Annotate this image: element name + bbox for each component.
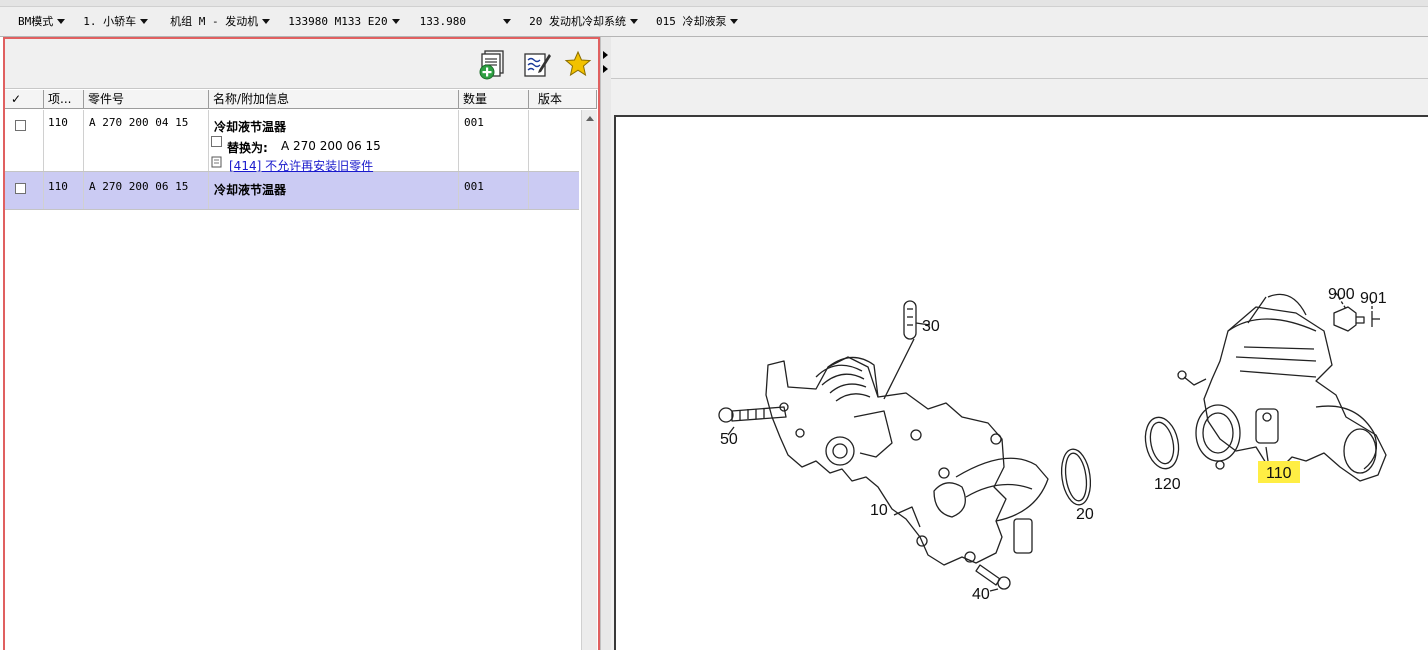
cell-name: 冷却液节温器 [209,172,459,209]
part-name: 冷却液节温器 [214,183,287,197]
note-document-icon [211,156,222,168]
table-row[interactable]: 110 A 270 200 04 15 冷却液节温器 替换为: A 270 20… [5,110,579,173]
breadcrumb-mode[interactable]: BM模式 [14,12,69,30]
column-part-number[interactable]: 零件号 [84,90,209,109]
callout-110[interactable]: 110 [1266,465,1292,482]
part-number: A 270 200 06 15 [89,180,189,193]
cell-version [529,110,579,171]
cell-check [5,110,44,171]
part-number: A 270 200 04 15 [89,116,189,129]
parts-toolbar [5,39,598,89]
breadcrumb-label: 133980 M133 E20 [288,14,388,28]
chevron-down-icon [391,19,400,24]
favorite-star-icon [564,50,592,77]
callout-901[interactable]: 901 [1360,290,1387,307]
cell-item: 110 [44,110,84,171]
table-row[interactable]: 110 A 270 200 06 15 冷却液节温器 001 [5,172,579,210]
row-checkbox[interactable] [15,120,26,131]
replacement-part-number: A 270 200 06 15 [281,139,381,153]
column-version[interactable]: 版本 [529,90,597,109]
breadcrumb-label: 1. 小轿车 [83,15,137,28]
top-strip [0,0,1428,7]
scroll-up-arrow-icon[interactable] [582,110,598,126]
breadcrumb-vehicle-class[interactable]: 1. 小轿车 [79,12,152,30]
cell-quantity: 001 [459,110,529,171]
breadcrumb-label: 机组 M - 发动机 [170,15,259,28]
panel-splitter[interactable] [600,37,611,650]
parts-list-panel: ✓ 项... 零件号 名称/附加信息 数量 版本 110 A 270 200 0… [3,37,600,650]
column-name[interactable]: 名称/附加信息 [209,90,459,109]
favorite-button[interactable] [561,47,595,81]
edit-notes-button[interactable] [520,47,554,81]
callout-900[interactable]: 900 [1328,286,1355,303]
breadcrumb-aggregate[interactable]: 机组 M - 发动机 [166,12,274,30]
cell-check [5,172,44,209]
callout-50[interactable]: 50 [720,431,738,448]
callout-120[interactable]: 120 [1154,476,1181,493]
chevron-down-icon [262,19,271,24]
diagram-drawing: 30 50 10 20 40 900 901 120 110 [718,286,1387,603]
replacement-label: 替换为: [227,141,268,155]
oring-20-drawing [1060,448,1092,506]
row-checkbox[interactable] [15,183,26,194]
column-check[interactable]: ✓ [5,90,44,109]
quantity: 001 [464,180,484,193]
diagram-toolbar-divider [611,78,1428,79]
add-to-list-icon [479,50,504,80]
chevron-down-icon [629,19,638,24]
breadcrumb-label: 015 冷却液泵 [655,15,727,28]
breadcrumb-engine-number[interactable]: 133.980 [416,12,515,30]
breadcrumb-engine-model[interactable]: 133980 M133 E20 [284,12,403,30]
callout-40[interactable]: 40 [972,586,990,603]
cell-item: 110 [44,172,84,209]
callout-30[interactable]: 30 [922,318,940,335]
pump-housing-drawing [765,356,1049,566]
chevron-down-icon [503,19,512,24]
quantity: 001 [464,116,484,129]
breadcrumb-label: 20 发动机冷却系统 [529,15,626,28]
breadcrumb-label: BM模式 [18,15,54,28]
cell-quantity: 001 [459,172,529,209]
breadcrumb-subgroup[interactable]: 015 冷却液泵 [652,12,743,30]
breadcrumb: BM模式 1. 小轿车 机组 M - 发动机 133980 M133 E20 1… [0,12,742,30]
callout-labels: 30 50 10 20 40 900 901 120 110 [720,286,1387,603]
breadcrumb-group[interactable]: 20 发动机冷却系统 [525,12,642,30]
breadcrumb-bar: BM模式 1. 小轿车 机组 M - 发动机 133980 M133 E20 1… [0,0,1428,37]
parts-table-header: ✓ 项... 零件号 名称/附加信息 数量 版本 [5,90,597,109]
expand-arrow-icon[interactable] [603,65,608,73]
callout-10[interactable]: 10 [870,502,888,519]
seal-30-drawing [903,300,917,340]
cell-version [529,172,579,209]
connector-900-drawing [1333,306,1380,332]
vertical-scrollbar[interactable] [581,110,597,650]
bolt-50-drawing [718,406,787,423]
chevron-down-icon [730,19,739,24]
part-name: 冷却液节温器 [214,120,287,134]
replacement-checkbox[interactable] [211,136,222,147]
add-to-list-button[interactable] [475,47,509,81]
edit-notes-icon [524,53,551,77]
diagram-panel: 30 50 10 20 40 900 901 120 110 [611,37,1428,650]
callout-20[interactable]: 20 [1076,506,1094,523]
chevron-down-icon [57,19,66,24]
collapse-arrow-icon[interactable] [603,51,608,59]
breadcrumb-label: 133.980 [419,14,500,28]
column-quantity[interactable]: 数量 [459,90,529,109]
cell-name: 冷却液节温器 替换为: A 270 200 06 15 [414] 不允许再安装… [209,110,459,173]
item-number: 110 [48,180,68,193]
item-number: 110 [48,116,68,129]
parts-table-body: 110 A 270 200 04 15 冷却液节温器 替换为: A 270 20… [5,110,579,650]
thermostat-drawing [1177,293,1387,482]
cell-part-number: A 270 200 06 15 [84,172,209,209]
exploded-diagram[interactable]: 30 50 10 20 40 900 901 120 110 [614,115,1428,650]
column-item[interactable]: 项... [44,90,84,109]
chevron-down-icon [140,19,149,24]
cell-part-number: A 270 200 04 15 [84,110,209,171]
